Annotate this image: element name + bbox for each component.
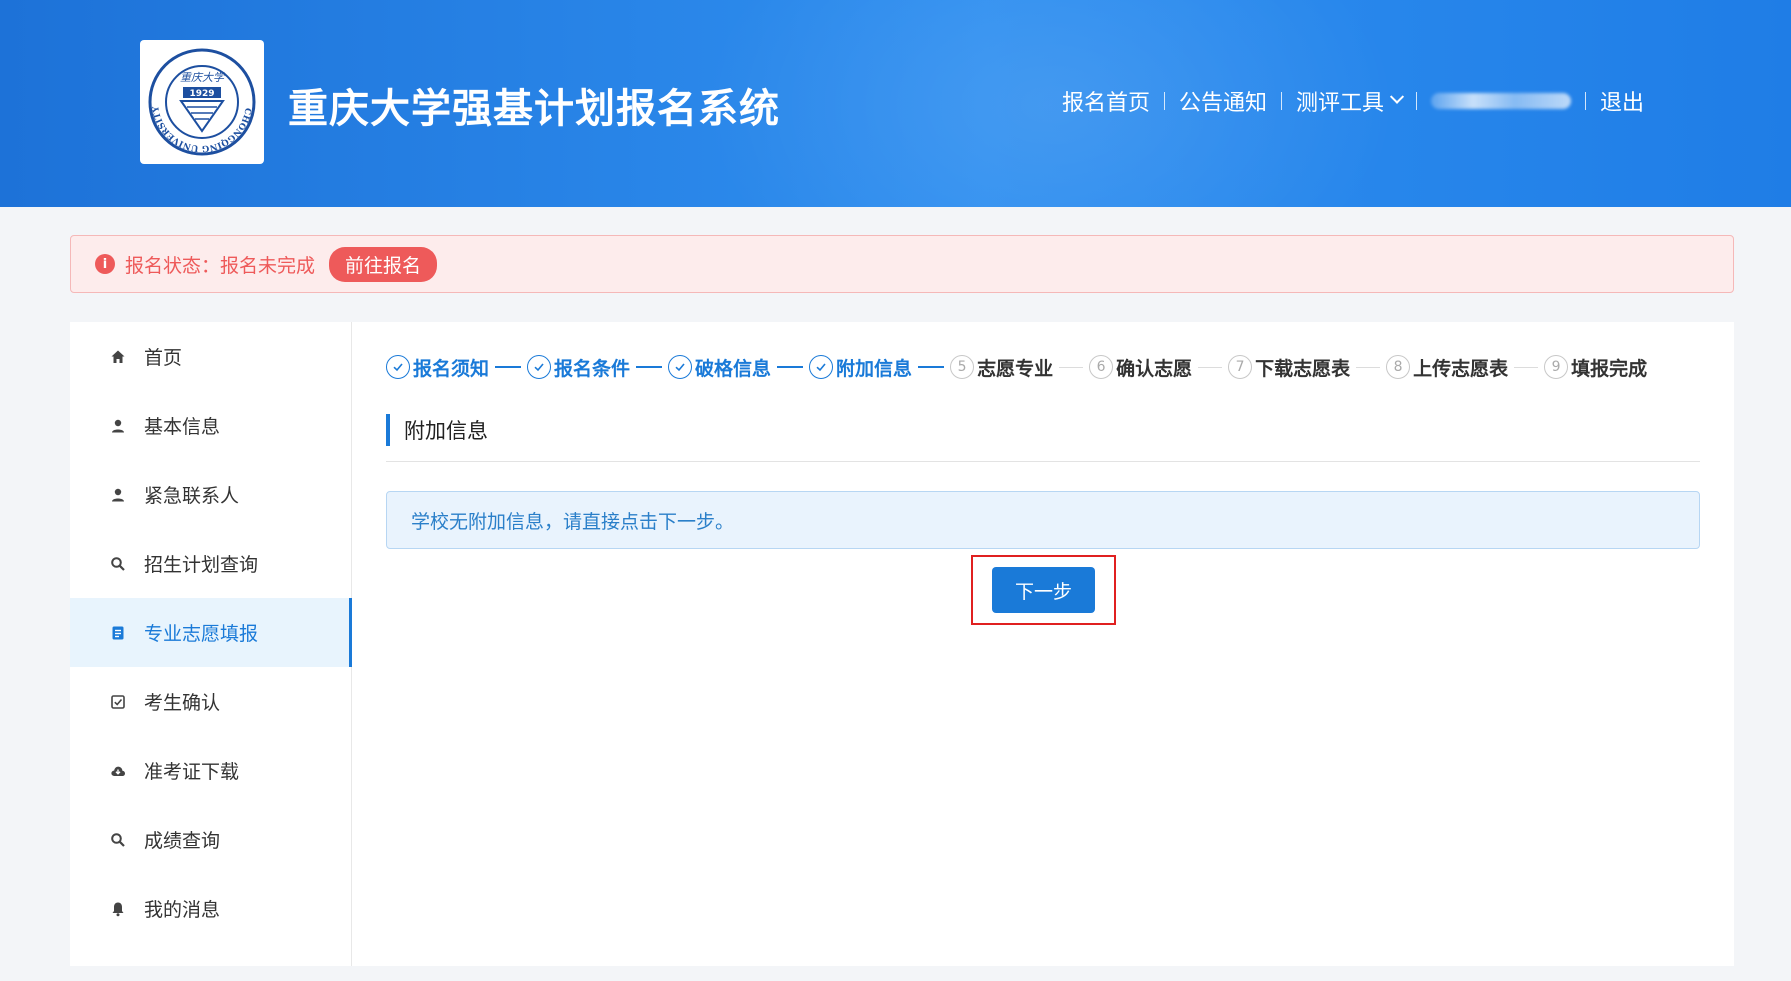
sidebar-item-label: 准考证下载 [144, 761, 240, 783]
bell-icon [108, 899, 128, 919]
step-connector [1059, 366, 1084, 368]
sidebar-item[interactable]: 基本信息 [70, 391, 351, 460]
nav-logout-link[interactable]: 退出 [1600, 85, 1644, 117]
step-connector [918, 366, 945, 368]
checkbox-icon [108, 692, 128, 712]
progress-step: 6 确认志愿 [1089, 354, 1228, 381]
user-icon [108, 485, 128, 505]
sidebar-item-label: 招生计划查询 [144, 554, 259, 576]
header-banner: CHONGQING UNIVERSITY 重庆大学 1929 重庆大学强基计划报… [0, 0, 1791, 207]
main-card: 首页基本信息紧急联系人招生计划查询 专业志愿填报 考生确认准考证下载成绩查询我的消息… [70, 322, 1734, 966]
step-connector [636, 366, 663, 368]
check-circle-icon [386, 355, 410, 379]
progress-step: 报名条件 [527, 354, 668, 381]
seal-year: 1929 [189, 89, 214, 99]
cloud-download-icon [108, 761, 128, 781]
sidebar-item-label: 首页 [144, 347, 183, 369]
go-register-button[interactable]: 前往报名 [329, 246, 438, 282]
nav-tools-label: 测评工具 [1296, 91, 1385, 116]
next-button-highlight: 下一步 [971, 555, 1116, 625]
progress-step: 9 填报完成 [1544, 354, 1647, 381]
progress-step: 破格信息 [668, 354, 809, 381]
nav-divider [1416, 92, 1418, 110]
step-connector [495, 366, 522, 368]
top-nav: 报名首页 公告通知 测评工具 退出 [1062, 86, 1644, 116]
sidebar-item-label: 我的消息 [144, 899, 221, 921]
sidebar-item[interactable]: 专业志愿填报 [70, 598, 352, 667]
site-title: 重庆大学强基计划报名系统 [288, 86, 780, 132]
step-label: 下载志愿表 [1255, 357, 1351, 380]
nav-divider [1281, 92, 1283, 110]
nav-tools-dropdown[interactable]: 测评工具 [1296, 85, 1405, 117]
check-circle-icon [668, 355, 693, 379]
check-circle-icon [809, 355, 834, 379]
sidebar-item[interactable]: 考生确认 [70, 667, 351, 736]
progress-step: 8 上传志愿表 [1386, 354, 1544, 381]
step-label: 破格信息 [695, 357, 772, 380]
step-number: 5 [950, 355, 975, 379]
nav-divider [1585, 92, 1587, 110]
sidebar-item[interactable]: 成绩查询 [70, 805, 351, 874]
chevron-down-icon [1389, 89, 1405, 104]
step-connector [1198, 366, 1223, 368]
step-connector [777, 366, 804, 368]
chongqing-university-seal-icon: CHONGQING UNIVERSITY 重庆大学 1929 [148, 48, 256, 156]
step-label: 确认志愿 [1116, 357, 1193, 380]
sidebar-item-label: 专业志愿填报 [144, 623, 259, 645]
section-title: 附加信息 [386, 414, 488, 446]
sidebar-item[interactable]: 紧急联系人 [70, 460, 351, 529]
sidebar-item[interactable]: 首页 [70, 322, 351, 391]
step-number: 6 [1089, 355, 1114, 379]
check-circle-icon [527, 355, 552, 379]
progress-step: 附加信息 [809, 354, 950, 381]
nav-home-link[interactable]: 报名首页 [1062, 85, 1150, 117]
document-icon [108, 623, 128, 643]
section-divider [386, 461, 1700, 462]
step-label: 志愿专业 [977, 357, 1054, 380]
content-area: 报名须知 报名条件 破格信息 附加信息 5 志愿专业 6 确认志愿 7 下载志愿表 8 上传志愿表 9 填… [386, 322, 1700, 966]
sidebar-item-label: 基本信息 [144, 416, 221, 438]
progress-step: 7 下载志愿表 [1228, 354, 1386, 381]
username-redacted[interactable] [1431, 93, 1572, 109]
registration-status-alert: i 报名状态：报名未完成 前往报名 [70, 235, 1734, 293]
user-icon [108, 416, 128, 436]
step-label: 附加信息 [836, 357, 913, 380]
university-logo[interactable]: CHONGQING UNIVERSITY 重庆大学 1929 [140, 40, 264, 164]
next-step-button[interactable]: 下一步 [992, 567, 1095, 613]
nav-notice-link[interactable]: 公告通知 [1179, 85, 1267, 117]
info-notice: 学校无附加信息，请直接点击下一步。 [386, 491, 1700, 549]
progress-step: 5 志愿专业 [950, 354, 1089, 381]
step-number: 8 [1386, 355, 1411, 379]
step-connector [1356, 366, 1381, 368]
sidebar-item[interactable]: 准考证下载 [70, 736, 351, 805]
progress-steps: 报名须知 报名条件 破格信息 附加信息 5 志愿专业 6 确认志愿 7 下载志愿表 8 上传志愿表 9 填… [386, 352, 1647, 382]
home-icon [108, 347, 128, 367]
sidebar-item-label: 考生确认 [144, 692, 221, 714]
step-number: 7 [1228, 355, 1253, 379]
step-number: 9 [1544, 355, 1569, 379]
search-icon [108, 830, 128, 850]
step-label: 上传志愿表 [1413, 357, 1509, 380]
step-label: 报名条件 [554, 357, 631, 380]
sidebar-item-label: 紧急联系人 [144, 485, 240, 507]
progress-step: 报名须知 [386, 354, 527, 381]
search-icon [108, 554, 128, 574]
step-connector [1514, 366, 1539, 368]
step-label: 填报完成 [1571, 357, 1648, 380]
status-text: 报名状态：报名未完成 [125, 254, 316, 277]
sidebar-item[interactable]: 招生计划查询 [70, 529, 351, 598]
sidebar-item-label: 成绩查询 [144, 830, 221, 852]
nav-divider [1164, 92, 1166, 110]
step-label: 报名须知 [413, 357, 490, 380]
seal-top-text: 重庆大学 [180, 71, 226, 84]
info-icon: i [95, 254, 115, 274]
sidebar: 首页基本信息紧急联系人招生计划查询 专业志愿填报 考生确认准考证下载成绩查询我的消息 [70, 322, 352, 966]
sidebar-item[interactable]: 我的消息 [70, 874, 351, 943]
